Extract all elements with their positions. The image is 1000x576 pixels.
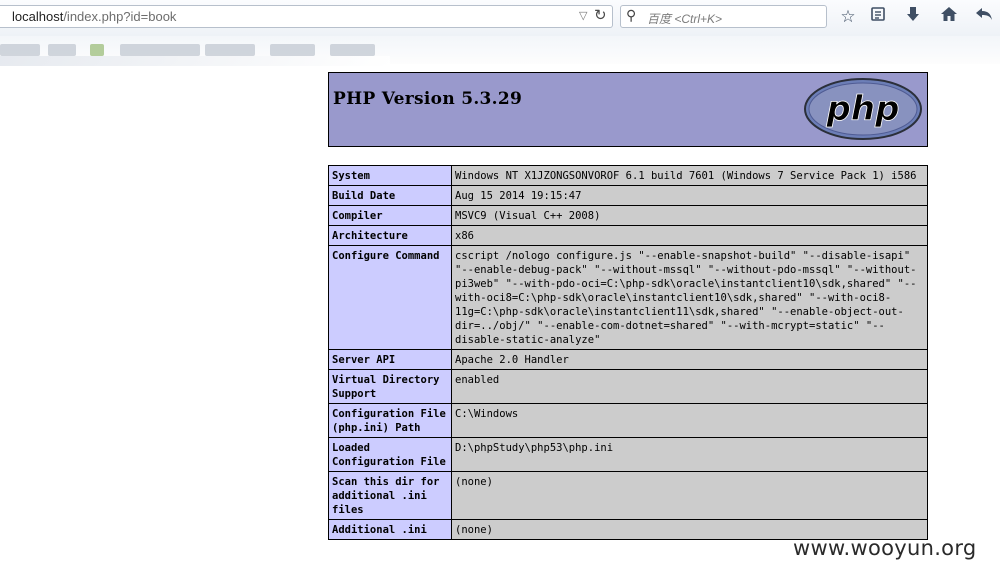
bookmark-item[interactable] <box>90 44 104 56</box>
bookmarks-menu-icon[interactable] <box>867 6 889 28</box>
table-row: Build Date Aug 15 2014 19:15:47 <box>328 185 928 206</box>
search-icon[interactable]: ⚲ <box>626 7 636 24</box>
row-label: Server API <box>328 349 452 370</box>
bookmark-star-icon[interactable]: ☆ <box>837 6 859 28</box>
browser-toolbar: localhost/index.php?id=book ▽ ↻ ⚲ 百度 <Ct… <box>0 0 1000 36</box>
bookmark-item[interactable] <box>48 44 76 56</box>
row-value: C:\Windows <box>451 403 928 438</box>
watermark: www.wooyun.org <box>793 536 977 560</box>
row-value: Aug 15 2014 19:15:47 <box>451 185 928 206</box>
row-label: Loaded Configuration File <box>328 437 452 472</box>
download-icon[interactable] <box>902 6 924 28</box>
row-value: Windows NT X1JZONGSONVOROF 6.1 build 760… <box>451 165 928 186</box>
phpinfo-table: System Windows NT X1JZONGSONVOROF 6.1 bui… <box>328 165 928 540</box>
row-label: Configure Command <box>328 245 452 350</box>
search-bar[interactable]: ⚲ 百度 <Ctrl+K> <box>620 5 827 28</box>
bookmark-item[interactable] <box>120 44 200 56</box>
address-bar[interactable]: localhost/index.php?id=book ▽ ↻ <box>0 5 613 28</box>
bookmark-item[interactable] <box>330 44 375 56</box>
history-dropdown-icon[interactable]: ▽ <box>579 9 587 22</box>
table-row: System Windows NT X1JZONGSONVOROF 6.1 bui… <box>328 165 928 186</box>
back-arrow-icon[interactable] <box>973 6 995 28</box>
row-value: (none) <box>451 471 928 520</box>
reload-icon[interactable]: ↻ <box>594 6 607 24</box>
phpinfo-header: PHP Version 5.3.29 php <box>328 72 928 147</box>
table-row: Compiler MSVC9 (Visual C++ 2008) <box>328 205 928 226</box>
row-label: System <box>328 165 452 186</box>
row-value: Apache 2.0 Handler <box>451 349 928 370</box>
page-title: PHP Version 5.3.29 <box>333 89 523 109</box>
table-row: Configuration File (php.ini) Path C:\Wind… <box>328 403 928 438</box>
php-logo: php <box>804 78 922 140</box>
table-row: Architecture x86 <box>328 225 928 246</box>
row-label: Architecture <box>328 225 452 246</box>
home-icon[interactable] <box>938 6 960 28</box>
row-label: Scan this dir for additional .ini files <box>328 471 452 520</box>
row-label: Virtual Directory Support <box>328 369 452 404</box>
bookmark-item[interactable] <box>270 44 315 56</box>
row-label: Build Date <box>328 185 452 206</box>
table-row: Scan this dir for additional .ini files(… <box>328 471 928 520</box>
table-row: Configure Command cscript /nologo configu… <box>328 245 928 350</box>
toolbar-shadow <box>0 56 390 66</box>
address-text[interactable]: localhost/index.php?id=book <box>12 9 176 24</box>
row-value: x86 <box>451 225 928 246</box>
bookmark-item[interactable] <box>205 44 255 56</box>
row-value: MSVC9 (Visual C++ 2008) <box>451 205 928 226</box>
table-row: Loaded Configuration File D:\phpStudy\php… <box>328 437 928 472</box>
table-row: Virtual Directory Support enabled <box>328 369 928 404</box>
php-logo-text: php <box>826 89 900 129</box>
row-value: enabled <box>451 369 928 404</box>
row-label: Compiler <box>328 205 452 226</box>
search-placeholder[interactable]: 百度 <Ctrl+K> <box>647 10 722 27</box>
bookmark-item[interactable] <box>0 44 40 56</box>
row-label: Configuration File (php.ini) Path <box>328 403 452 438</box>
row-label: Additional .ini <box>328 519 452 540</box>
row-value: cscript /nologo configure.js "--enable-s… <box>451 245 928 350</box>
row-value: D:\phpStudy\php53\php.ini <box>451 437 928 472</box>
table-row: Server API Apache 2.0 Handler <box>328 349 928 370</box>
